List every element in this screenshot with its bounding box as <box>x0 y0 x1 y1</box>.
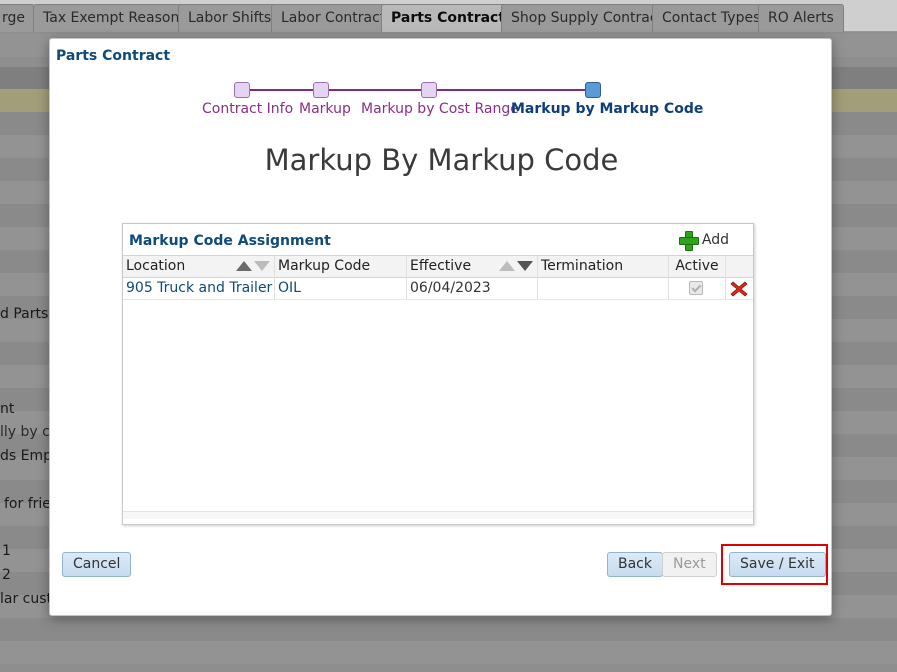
tab-ro-alerts[interactable]: RO Alerts <box>758 4 844 32</box>
sort-control[interactable] <box>499 261 533 271</box>
column-header-delete <box>726 256 753 278</box>
column-header-effective[interactable]: Effective <box>407 256 538 278</box>
bg-text: for frie <box>4 496 51 512</box>
sort-control[interactable] <box>236 261 270 271</box>
bg-row <box>0 641 897 664</box>
page-heading: Markup By Markup Code <box>264 143 619 177</box>
back-button[interactable]: Back <box>607 552 663 577</box>
parts-contract-dialog: Parts Contract Contract Info Markup Mark… <box>49 38 832 616</box>
tab-bar: rge Tax Exempt Reasons Labor Shifts Labo… <box>0 0 897 32</box>
wizard-step-markup-by-cost-range[interactable]: Markup by Cost Range <box>361 101 519 117</box>
plus-icon <box>678 231 699 251</box>
table-header: Location Markup Code Effective Terminati… <box>123 256 753 278</box>
cell-termination[interactable] <box>538 278 669 300</box>
active-checkbox <box>689 281 703 295</box>
bg-text: 2 <box>2 567 11 583</box>
bg-text: d Parts <box>0 306 49 322</box>
bg-text: nt <box>0 401 15 417</box>
column-label: Effective <box>410 258 472 274</box>
wizard-step-markup-by-markup-code: Markup by Markup Code <box>511 101 704 117</box>
delete-icon[interactable] <box>729 279 749 299</box>
sort-descending-icon[interactable] <box>517 261 533 271</box>
column-header-termination[interactable]: Termination <box>538 256 669 278</box>
cell-location[interactable]: 905 Truck and Trailer ... <box>123 278 275 300</box>
cancel-button[interactable]: Cancel <box>62 552 132 577</box>
next-button: Next <box>662 552 717 577</box>
column-header-active[interactable]: Active <box>669 256 726 278</box>
wizard-step-contract-info-marker[interactable] <box>234 82 250 98</box>
table-horizontal-scrollbar[interactable] <box>123 511 753 519</box>
wizard-step-contract-info[interactable]: Contract Info <box>202 101 293 117</box>
column-header-markup-code[interactable]: Markup Code <box>275 256 407 278</box>
sort-descending-icon[interactable] <box>254 261 270 271</box>
wizard-step-markup-code-marker[interactable] <box>585 82 601 98</box>
tab-contact-types[interactable]: Contact Types <box>652 4 771 32</box>
sort-ascending-icon[interactable] <box>236 261 252 271</box>
tab-labor-contract[interactable]: Labor Contract <box>271 4 396 32</box>
cell-active <box>669 278 726 300</box>
tab-charge[interactable]: rge <box>0 4 36 32</box>
add-button[interactable]: Add <box>678 231 729 251</box>
bg-row <box>0 618 897 641</box>
column-header-location[interactable]: Location <box>123 256 275 278</box>
cell-markup-code[interactable]: OIL <box>275 278 407 300</box>
tab-shop-supply-contract[interactable]: Shop Supply Contract <box>501 4 674 32</box>
panel-title: Markup Code Assignment <box>129 233 331 249</box>
wizard-step-markup-marker[interactable] <box>313 82 329 98</box>
markup-code-assignment-panel: Markup Code Assignment Add Location Mark… <box>122 223 754 525</box>
wizard-step-cost-range-marker[interactable] <box>421 82 437 98</box>
save-exit-highlight <box>721 544 828 585</box>
tab-labor-shifts[interactable]: Labor Shifts <box>178 4 282 32</box>
table-row[interactable]: 905 Truck and Trailer ... OIL 06/04/2023 <box>123 278 753 300</box>
cell-delete[interactable] <box>726 278 753 300</box>
tab-tax-exempt-reasons[interactable]: Tax Exempt Reasons <box>33 4 197 32</box>
add-label: Add <box>701 232 729 248</box>
bg-text: 1 <box>2 543 11 559</box>
sort-ascending-icon[interactable] <box>499 261 515 271</box>
dialog-title: Parts Contract <box>56 48 171 64</box>
cell-effective[interactable]: 06/04/2023 <box>407 278 538 300</box>
markup-code-table: Location Markup Code Effective Terminati… <box>123 255 753 519</box>
wizard-step-markup[interactable]: Markup <box>299 101 351 117</box>
tab-parts-contract[interactable]: Parts Contract <box>381 4 516 32</box>
column-label: Location <box>126 258 186 274</box>
